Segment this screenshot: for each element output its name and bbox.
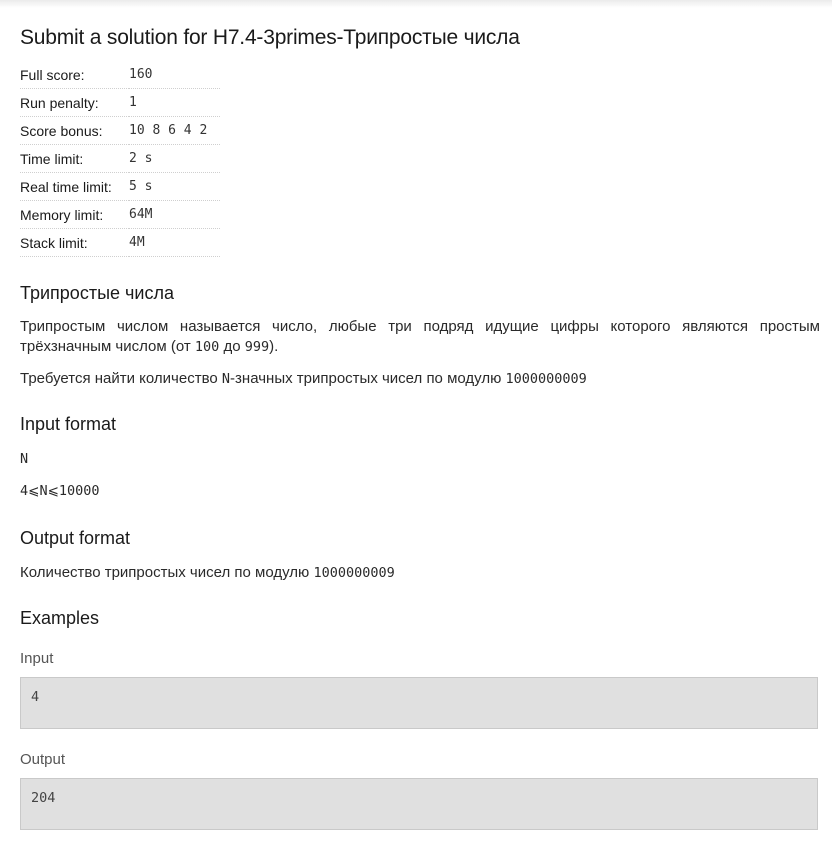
limit-label: Stack limit: (20, 228, 129, 257)
limit-value: 10 8 6 4 2 (129, 116, 220, 145)
output-format-heading: Output format (20, 528, 131, 548)
example-input-label: Input (20, 650, 54, 667)
limit-label: Memory limit: (20, 200, 129, 229)
variable-n: N (221, 371, 231, 387)
limit-value: 1 (129, 88, 220, 117)
statement-paragraph-2: Требуется найти количество N-значных три… (20, 369, 820, 389)
limits-table: Full score: 160 Run penalty: 1 Score bon… (20, 61, 220, 257)
example-input-box[interactable]: 4 (20, 677, 818, 729)
example-output-label: Output (20, 751, 66, 768)
input-variable: N (20, 451, 29, 467)
input-format-line-2: 4⩽N⩽10000 (20, 481, 820, 501)
limit-row-stack-limit: Stack limit: 4M (20, 228, 220, 257)
page-title: Submit a solution for H7.4-3primes-Трипр… (20, 26, 520, 49)
example-output-box[interactable]: 204 (20, 778, 818, 830)
statement-text: ). (269, 338, 279, 355)
limit-row-real-time-limit: Real time limit: 5 s (20, 172, 220, 201)
limit-value: 4M (129, 228, 220, 257)
limit-row-memory-limit: Memory limit: 64M (20, 200, 220, 229)
limit-value: 5 s (129, 172, 220, 201)
output-text: Количество трипростых чисел по модулю (20, 564, 314, 581)
statement-text: до (219, 338, 245, 355)
statement-text: -значных трипростых чисел по модулю (230, 370, 506, 387)
limit-value: 64M (129, 200, 220, 229)
limit-row-time-limit: Time limit: 2 s (20, 144, 220, 173)
limit-value: 2 s (129, 144, 220, 173)
output-format-text: Количество трипростых чисел по модулю 10… (20, 563, 820, 583)
range-from: 100 (194, 339, 220, 355)
input-format-line-1: N (20, 449, 820, 469)
limit-label: Time limit: (20, 144, 129, 173)
modulus-value: 1000000009 (505, 371, 587, 387)
input-format-heading: Input format (20, 414, 117, 434)
range-to: 999 (244, 339, 270, 355)
limit-row-score-bonus: Score bonus: 10 8 6 4 2 (20, 116, 220, 145)
statement-text: Трипростым числом называется число, любы… (20, 318, 820, 355)
top-shadow (0, 0, 832, 8)
statement-text: Требуется найти количество (20, 370, 222, 387)
statement-paragraph-1: Трипростым числом называется число, любы… (20, 317, 820, 357)
statement-heading: Трипростые числа (20, 283, 174, 303)
limit-label: Full score: (20, 61, 129, 89)
limit-row-full-score: Full score: 160 (20, 61, 220, 89)
input-constraint: 4⩽N⩽10000 (20, 483, 100, 499)
limit-value: 160 (129, 61, 220, 89)
limit-label: Real time limit: (20, 172, 129, 201)
examples-heading: Examples (20, 608, 100, 628)
limit-label: Score bonus: (20, 116, 129, 145)
limit-label: Run penalty: (20, 88, 129, 117)
output-modulus: 1000000009 (313, 565, 395, 581)
limit-row-run-penalty: Run penalty: 1 (20, 88, 220, 117)
